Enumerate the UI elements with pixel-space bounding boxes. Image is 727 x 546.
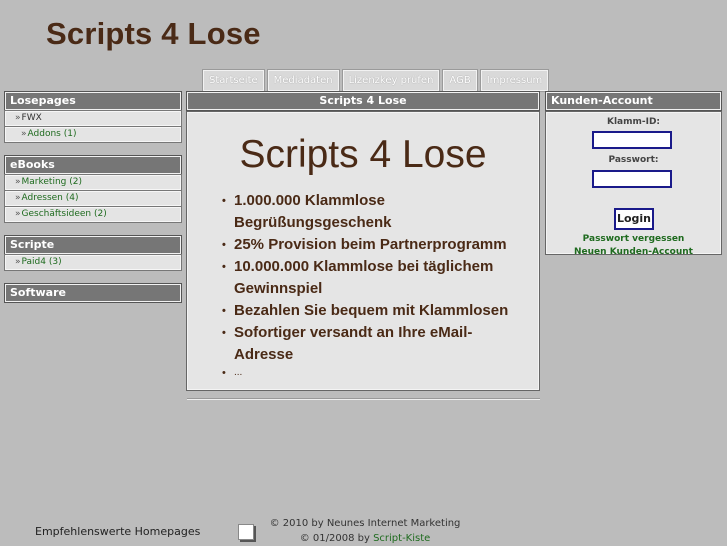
ebooks-title: eBooks: [4, 155, 182, 175]
copyright-line-1: © 2010 by Neunes Internet Marketing: [269, 518, 461, 529]
footer-copyright: © 2010 by Neunes Internet Marketing © 01…: [260, 516, 470, 546]
scripte-box: Scripte »Paid4 (3): [4, 235, 182, 271]
login-form: Klamm-ID: Passwort: Login Passwort verge…: [545, 111, 722, 257]
sidebar-item-label: Adressen (4): [21, 193, 79, 203]
login-button[interactable]: Login: [614, 208, 654, 230]
list-item: • 1.000.000 Klammlose Begrüßungsgeschenk: [222, 190, 524, 234]
account-box: Kunden-Account Klamm-ID: Passwort: Login…: [545, 91, 722, 257]
sidebar-item-marketing[interactable]: »Marketing (2): [4, 174, 182, 191]
bullet-icon: •: [222, 239, 226, 251]
bullet-icon: •: [222, 305, 226, 317]
sidebar-item-label: Geschäftsideen (2): [21, 209, 107, 219]
new-account-link[interactable]: Neuen Kunden-Account: [547, 247, 720, 257]
ebooks-box: eBooks »Marketing (2) »Adressen (4) »Ges…: [4, 155, 182, 223]
account-title: Kunden-Account: [545, 91, 722, 111]
tab-startseite[interactable]: Startseite: [202, 69, 265, 92]
list-item: •...: [222, 366, 524, 380]
feature-text: ...: [234, 367, 243, 378]
sidebar-item-label: FWX: [21, 113, 42, 123]
main-content-box: Scripts 4 Lose Scripts 4 Lose • 1.000.000…: [186, 91, 540, 391]
sidebar-item-label: Marketing (2): [21, 177, 82, 187]
software-title[interactable]: Software: [4, 283, 182, 303]
list-item: • Sofortiger versandt an Ihre eMail-Adres…: [222, 322, 524, 366]
arrow-icon: »: [21, 129, 27, 139]
site-title: Scripts 4 Lose: [46, 16, 261, 51]
recommended-homepages[interactable]: Empfehlenswerte Homepages: [35, 525, 200, 538]
left-sidebar: Losepages »FWX »Addons (1) eBooks »Marke…: [4, 91, 182, 316]
arrow-icon: »: [15, 113, 21, 123]
script-kiste-link[interactable]: Script-Kiste: [373, 533, 430, 544]
feature-text: Bezahlen Sie bequem mit Klammlosen: [234, 302, 509, 319]
sidebar-item-paid4[interactable]: »Paid4 (3): [4, 254, 182, 271]
bullet-icon: •: [222, 195, 226, 207]
software-box: Software: [4, 283, 182, 303]
bullet-icon: •: [222, 327, 226, 339]
bullet-icon: •: [222, 261, 226, 273]
copyright-line-2: © 01/2008 by Script-Kiste: [260, 531, 470, 546]
tab-agb[interactable]: AGB: [442, 69, 478, 92]
feature-text: 1.000.000 Klammlose Begrüßungsgeschenk: [234, 192, 392, 231]
losepages-box: Losepages »FWX »Addons (1): [4, 91, 182, 143]
sidebar-item-fwx[interactable]: »FWX: [4, 110, 182, 127]
sidebar-item-addons[interactable]: »Addons (1): [4, 126, 182, 143]
tab-lizenzkey-pruefen[interactable]: Lizenzkey prüfen: [341, 69, 441, 92]
feature-text: Sofortiger versandt an Ihre eMail-Adress…: [234, 324, 473, 363]
forgot-password-link[interactable]: Passwort vergessen: [547, 234, 720, 244]
copyright-prefix: © 01/2008 by: [299, 533, 374, 544]
tab-mediadaten[interactable]: Mediadaten: [266, 69, 340, 92]
scripte-title: Scripte: [4, 235, 182, 255]
tab-impressum[interactable]: Impressum: [479, 69, 550, 92]
divider: [187, 398, 540, 400]
arrow-icon: »: [15, 257, 21, 267]
sidebar-item-label: Paid4 (3): [21, 257, 62, 267]
password-field[interactable]: [592, 170, 672, 188]
main-box-title: Scripts 4 Lose: [186, 91, 540, 111]
top-navigation: Startseite Mediadaten Lizenzkey prüfen A…: [202, 69, 550, 92]
feature-list: • 1.000.000 Klammlose Begrüßungsgeschenk …: [222, 190, 524, 380]
sidebar-item-label: Addons (1): [27, 129, 77, 139]
sidebar-item-adressen[interactable]: »Adressen (4): [4, 190, 182, 207]
klamm-id-field[interactable]: [592, 131, 672, 149]
arrow-icon: »: [15, 193, 21, 203]
main-content-body: Scripts 4 Lose • 1.000.000 Klammlose Begr…: [186, 111, 540, 391]
losepages-title: Losepages: [4, 91, 182, 111]
list-item: • 25% Provision beim Partnerprogramm: [222, 234, 524, 256]
hero-heading: Scripts 4 Lose: [239, 133, 487, 176]
klamm-id-label: Klamm-ID:: [606, 117, 661, 127]
arrow-icon: »: [15, 209, 21, 219]
bullet-icon: •: [222, 367, 226, 379]
checkbox-icon[interactable]: [238, 524, 256, 542]
password-label: Passwort:: [608, 155, 659, 165]
list-item: • Bezahlen Sie bequem mit Klammlosen: [222, 300, 524, 322]
arrow-icon: »: [15, 177, 21, 187]
sidebar-item-geschaeftsideen[interactable]: »Geschäftsideen (2): [4, 206, 182, 223]
list-item: • 10.000.000 Klammlose bei täglichem Gewi…: [222, 256, 524, 300]
feature-text: 25% Provision beim Partnerprogramm: [234, 236, 507, 253]
feature-text: 10.000.000 Klammlose bei täglichem Gewin…: [234, 258, 494, 297]
